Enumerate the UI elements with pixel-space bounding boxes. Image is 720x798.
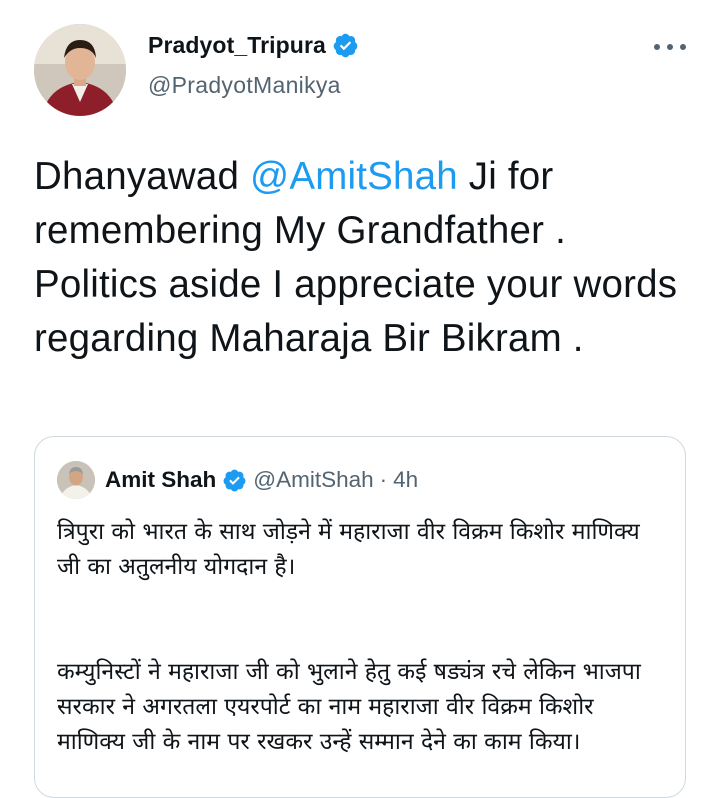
tweet: Pradyot_Tripura @PradyotManikya Dhanyawa… bbox=[0, 0, 720, 798]
author-handle[interactable]: @PradyotManikya bbox=[148, 72, 341, 99]
separator-dot: · bbox=[379, 467, 388, 492]
quoted-tweet-time[interactable]: 4h bbox=[393, 467, 418, 493]
quoted-author-avatar[interactable] bbox=[57, 461, 95, 499]
tweet-text-part1: Dhanyawad bbox=[34, 155, 251, 198]
tweet-text: Dhanyawad @AmitShah Ji for remembering M… bbox=[34, 150, 694, 366]
author-name-text[interactable]: Pradyot_Tripura bbox=[148, 32, 326, 59]
quoted-author-name[interactable]: Amit Shah bbox=[105, 467, 216, 493]
more-dot bbox=[680, 44, 686, 50]
more-dot bbox=[667, 44, 673, 50]
verified-badge-icon bbox=[223, 469, 246, 491]
verified-badge-icon bbox=[333, 33, 358, 58]
quoted-tweet-body: त्रिपुरा को भारत के साथ जोड़ने में महारा… bbox=[57, 515, 667, 760]
quoted-paragraph-2: कम्युनिस्टों ने महाराजा जी को भुलाने हेत… bbox=[57, 659, 641, 755]
mention-link[interactable]: @AmitShah bbox=[250, 155, 458, 198]
quoted-tweet-header: Amit Shah @AmitShah · 4h bbox=[105, 465, 418, 495]
more-dot bbox=[654, 44, 660, 50]
quoted-tweet[interactable]: Amit Shah @AmitShah · 4h त्रिपुरा को भार… bbox=[34, 436, 686, 798]
author-avatar[interactable] bbox=[34, 24, 126, 116]
more-options-icon[interactable] bbox=[654, 40, 686, 54]
quoted-author-handle[interactable]: @AmitShah bbox=[253, 467, 373, 493]
quoted-paragraph-1: त्रिपुरा को भारत के साथ जोड़ने में महारा… bbox=[57, 519, 640, 580]
author-name[interactable]: Pradyot_Tripura bbox=[148, 32, 359, 59]
